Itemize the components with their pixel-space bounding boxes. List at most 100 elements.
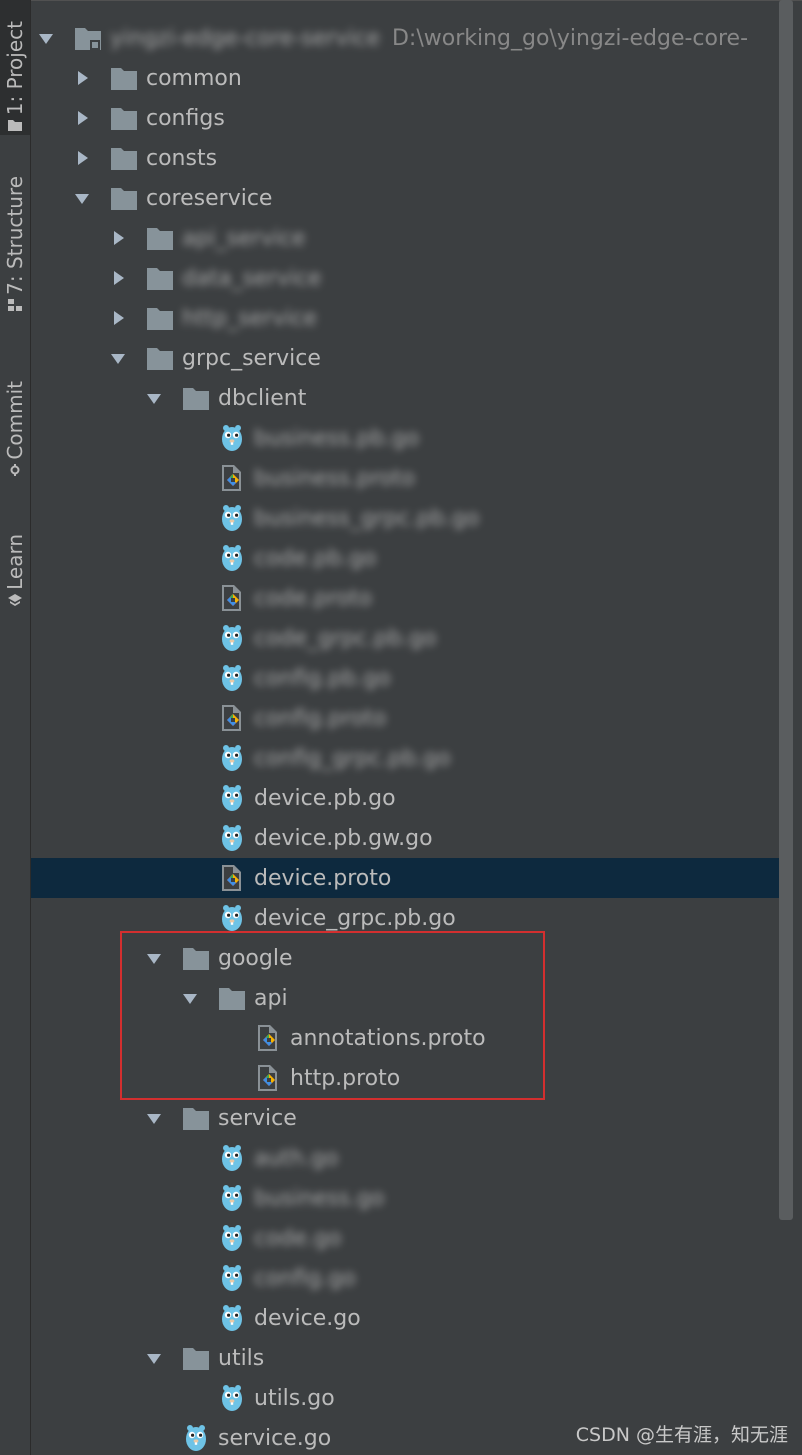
chevron-right-icon[interactable] [110, 310, 126, 326]
sidebar-tab-commit[interactable]: Commit [0, 350, 30, 480]
tree-file-row[interactable]: device.go [31, 1298, 782, 1338]
sidebar-tab-learn[interactable]: Learn [0, 510, 30, 610]
tree-item-label: http_service [182, 305, 317, 331]
tree-item-label: http.proto [290, 1065, 401, 1091]
tree-file-row[interactable]: code_grpc.pb.go [31, 618, 782, 658]
tree-file-row[interactable]: http.proto [31, 1058, 782, 1098]
tree-item-label: utils.go [254, 1385, 335, 1411]
tree-item-label: consts [146, 145, 218, 171]
tree-file-row[interactable]: utils.go [31, 1378, 782, 1418]
proto-file-icon [254, 1024, 282, 1052]
tree-file-row[interactable]: config.proto [31, 698, 782, 738]
tree-item-label: device.pb.gw.go [254, 825, 433, 851]
tree-folder-row[interactable]: grpc_service [31, 338, 782, 378]
go-file-icon [218, 1304, 246, 1332]
chevron-down-icon[interactable] [74, 190, 90, 206]
tree-folder-row[interactable]: common [31, 58, 782, 98]
tree-folder-row[interactable]: http_service [31, 298, 782, 338]
folder-icon [182, 1104, 210, 1132]
sidebar-tab-project[interactable]: 1: Project [0, 0, 30, 135]
tree-file-row[interactable]: config.pb.go [31, 658, 782, 698]
tree-item-label: code.go [254, 1225, 342, 1251]
folder-icon [182, 384, 210, 412]
chevron-down-icon[interactable] [146, 1350, 162, 1366]
proto-file-icon [218, 704, 246, 732]
chevron-down-icon[interactable] [182, 990, 198, 1006]
tree-file-row[interactable]: business_grpc.pb.go [31, 498, 782, 538]
tool-window-header [31, 0, 802, 1]
folder-icon [8, 115, 22, 135]
folder-icon [218, 984, 246, 1012]
tree-file-row[interactable]: auth.go [31, 1138, 782, 1178]
module-path: D:\working_go\yingzi-edge-core- [391, 25, 749, 51]
tree-item-label: device_grpc.pb.go [254, 905, 456, 931]
chevron-down-icon[interactable] [110, 350, 126, 366]
tree-file-row[interactable]: code.proto [31, 578, 782, 618]
tree-item-label: code_grpc.pb.go [254, 625, 437, 651]
folder-icon [110, 144, 138, 172]
folder-icon [110, 64, 138, 92]
tree-file-row[interactable]: business.proto [31, 458, 782, 498]
folder-icon [146, 224, 174, 252]
tree-item-label: device.proto [254, 865, 392, 891]
chevron-down-icon[interactable] [146, 1110, 162, 1126]
tree-item-label: dbclient [218, 385, 307, 411]
tree-item-label: config_grpc.pb.go [254, 745, 451, 771]
sidebar-tab-label: Commit [3, 381, 27, 460]
tree-item-label: business.proto [254, 465, 415, 491]
sidebar-tab-label: Learn [3, 534, 27, 590]
go-file-icon [218, 1224, 246, 1252]
proto-file-icon [218, 464, 246, 492]
go-file-icon [218, 544, 246, 572]
chevron-right-icon[interactable] [74, 150, 90, 166]
tree-item-label: config.proto [254, 705, 387, 731]
proto-file-icon [254, 1064, 282, 1092]
tree-folder-row[interactable]: service [31, 1098, 782, 1138]
tree-folder-row[interactable]: configs [31, 98, 782, 138]
tree-folder-row[interactable]: dbclient [31, 378, 782, 418]
chevron-right-icon[interactable] [74, 110, 90, 126]
tree-file-row[interactable]: device.pb.go [31, 778, 782, 818]
chevron-right-icon[interactable] [110, 230, 126, 246]
vertical-scrollbar[interactable] [779, 0, 793, 1220]
tree-folder-row[interactable]: coreservice [31, 178, 782, 218]
proto-file-icon [218, 864, 246, 892]
tree-folder-row[interactable]: consts [31, 138, 782, 178]
tree-file-row[interactable]: device_grpc.pb.go [31, 898, 782, 938]
tree-folder-row[interactable]: data_service [31, 258, 782, 298]
tree-item-label: google [218, 945, 293, 971]
sidebar-tab-label: 7: Structure [3, 176, 27, 295]
tree-file-row[interactable]: annotations.proto [31, 1018, 782, 1058]
folder-icon [182, 944, 210, 972]
tree-file-row[interactable]: business.pb.go [31, 418, 782, 458]
tree-item-label: code.pb.go [254, 545, 377, 571]
tree-item-label: coreservice [146, 185, 273, 211]
tree-folder-row[interactable]: api [31, 978, 782, 1018]
tree-folder-row[interactable]: google [31, 938, 782, 978]
go-file-icon [218, 1184, 246, 1212]
tree-folder-row[interactable]: yingzi-edge-core-service D:\working_go\yi… [31, 18, 782, 58]
chevron-down-icon[interactable] [146, 950, 162, 966]
tree-folder-row[interactable]: api_service [31, 218, 782, 258]
chevron-down-icon[interactable] [146, 390, 162, 406]
go-file-icon [218, 504, 246, 532]
go-file-icon [218, 744, 246, 772]
chevron-right-icon[interactable] [110, 270, 126, 286]
proto-file-icon [218, 584, 246, 612]
tree-file-row[interactable]: device.pb.gw.go [31, 818, 782, 858]
tree-folder-row[interactable]: utils [31, 1338, 782, 1378]
chevron-right-icon[interactable] [74, 70, 90, 86]
sidebar-tab-structure[interactable]: 7: Structure [0, 155, 30, 315]
tree-file-row[interactable]: config_grpc.pb.go [31, 738, 782, 778]
tree-file-row[interactable]: business.go [31, 1178, 782, 1218]
tree-file-row[interactable]: device.proto [31, 858, 782, 898]
chevron-down-icon[interactable] [38, 30, 54, 46]
tree-file-row[interactable]: code.go [31, 1218, 782, 1258]
tree-item-label: auth.go [254, 1145, 339, 1171]
tree-file-row[interactable]: config.go [31, 1258, 782, 1298]
tree-item-label: config.go [254, 1265, 356, 1291]
tree-file-row[interactable]: code.pb.go [31, 538, 782, 578]
tree-item-label: business.pb.go [254, 425, 420, 451]
tree-item-label: service [218, 1105, 297, 1131]
folder-icon [146, 264, 174, 292]
